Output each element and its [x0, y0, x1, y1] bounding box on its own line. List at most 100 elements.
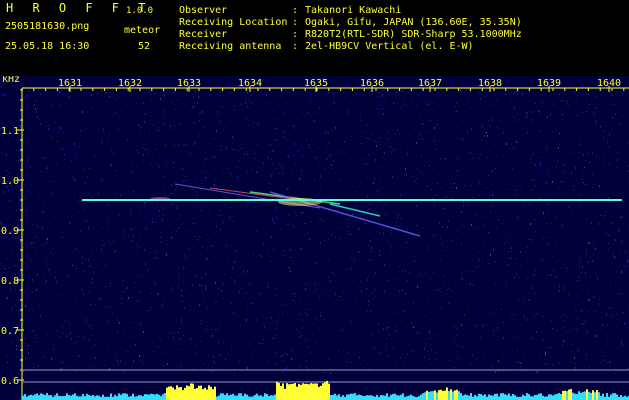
- noise-pixel: [495, 168, 496, 169]
- noise-pixel: [273, 165, 274, 166]
- level-bar: [274, 394, 276, 400]
- noise-pixel: [177, 332, 178, 333]
- noise-pixel: [478, 158, 479, 159]
- noise-pixel: [150, 116, 151, 117]
- noise-pixel: [28, 352, 29, 354]
- noise-pixel: [595, 311, 596, 312]
- noise-pixel: [409, 209, 410, 210]
- level-bar: [400, 394, 402, 400]
- noise-pixel: [199, 236, 200, 237]
- noise-pixel: [517, 142, 518, 143]
- noise-pixel: [282, 172, 283, 174]
- noise-pixel: [109, 306, 110, 307]
- noise-pixel: [60, 127, 61, 129]
- noise-pixel: [91, 282, 92, 284]
- noise-pixel: [514, 332, 515, 333]
- noise-pixel: [357, 205, 358, 206]
- noise-pixel: [512, 168, 513, 169]
- noise-pixel: [290, 249, 291, 251]
- noise-pixel: [165, 145, 166, 146]
- noise-pixel: [157, 372, 158, 373]
- noise-pixel: [228, 354, 229, 355]
- noise-pixel: [238, 150, 239, 151]
- noise-pixel: [78, 355, 79, 357]
- level-bar: [152, 394, 154, 400]
- noise-pixel: [57, 331, 58, 332]
- noise-pixel: [176, 207, 177, 209]
- noise-pixel: [398, 214, 399, 216]
- noise-pixel: [308, 282, 309, 283]
- noise-pixel: [536, 372, 537, 373]
- noise-pixel: [440, 237, 441, 239]
- noise-pixel: [214, 156, 215, 158]
- noise-pixel: [78, 200, 79, 202]
- mode-label: meteor: [124, 25, 161, 36]
- noise-pixel: [583, 182, 584, 183]
- noise-pixel: [82, 257, 83, 259]
- noise-pixel: [546, 305, 547, 306]
- noise-pixel: [172, 300, 173, 301]
- noise-pixel: [372, 292, 373, 294]
- noise-pixel: [146, 214, 147, 215]
- noise-pixel: [288, 223, 289, 225]
- noise-pixel: [316, 196, 317, 197]
- noise-pixel: [124, 231, 125, 232]
- noise-pixel: [194, 228, 195, 229]
- noise-pixel: [145, 202, 146, 203]
- info-label-location: Receiving Location: [179, 17, 288, 28]
- noise-pixel: [107, 138, 108, 139]
- noise-pixel: [391, 233, 392, 234]
- noise-pixel: [83, 91, 84, 92]
- noise-pixel: [427, 101, 428, 102]
- noise-pixel: [251, 168, 252, 169]
- noise-pixel: [519, 119, 520, 121]
- noise-pixel: [231, 277, 232, 278]
- noise-pixel: [423, 139, 424, 140]
- noise-pixel: [367, 175, 368, 177]
- noise-pixel: [294, 128, 295, 130]
- noise-pixel: [307, 368, 308, 369]
- level-bar: [218, 395, 220, 400]
- noise-pixel: [418, 115, 419, 116]
- noise-pixel: [282, 169, 283, 170]
- noise-pixel: [81, 284, 82, 285]
- noise-pixel: [574, 185, 575, 186]
- noise-pixel: [156, 250, 157, 251]
- noise-pixel: [614, 315, 615, 316]
- noise-pixel: [92, 278, 93, 280]
- noise-pixel: [315, 342, 316, 343]
- noise-pixel: [448, 288, 449, 289]
- noise-pixel: [223, 297, 224, 298]
- noise-pixel: [209, 175, 210, 176]
- noise-pixel: [153, 124, 154, 125]
- noise-pixel: [552, 132, 553, 133]
- noise-pixel: [541, 344, 542, 345]
- noise-pixel: [272, 151, 273, 152]
- noise-pixel: [123, 280, 124, 281]
- noise-pixel: [467, 203, 468, 204]
- noise-pixel: [482, 324, 483, 326]
- noise-pixel: [147, 318, 148, 319]
- noise-pixel: [304, 339, 305, 340]
- noise-pixel: [223, 284, 224, 285]
- noise-pixel: [173, 162, 174, 163]
- noise-pixel: [452, 240, 453, 241]
- noise-pixel: [449, 302, 450, 303]
- noise-pixel: [396, 163, 397, 164]
- level-bar: [464, 394, 466, 400]
- noise-pixel: [10, 141, 11, 142]
- noise-pixel: [274, 338, 275, 339]
- noise-pixel: [514, 147, 515, 148]
- noise-pixel: [490, 308, 491, 309]
- noise-pixel: [226, 147, 227, 149]
- noise-pixel: [8, 190, 9, 191]
- noise-pixel: [310, 191, 311, 192]
- noise-pixel: [239, 292, 240, 293]
- noise-pixel: [44, 246, 45, 247]
- noise-pixel: [452, 191, 453, 192]
- level-bar: [338, 394, 340, 400]
- noise-pixel: [581, 263, 582, 264]
- noise-pixel: [246, 172, 247, 174]
- level-bar: [134, 396, 136, 400]
- noise-pixel: [525, 228, 526, 229]
